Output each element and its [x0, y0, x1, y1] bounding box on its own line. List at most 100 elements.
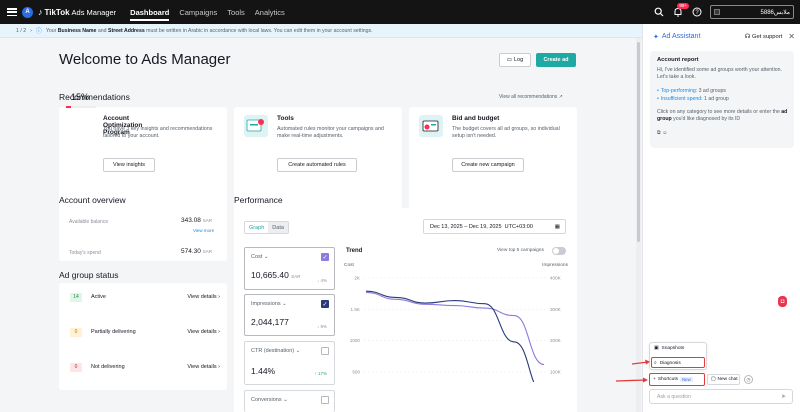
create-ad-button[interactable]: Create ad — [536, 53, 576, 67]
status-count-badge: 0 — [70, 362, 82, 372]
metric-value: 2,044,177 — [251, 317, 289, 327]
graph-data-toggle[interactable]: Graph Data — [244, 221, 289, 234]
performance-title: Performance — [234, 195, 283, 205]
assistant-title: ✦ Ad Assistant — [653, 33, 701, 41]
metric-card-cost[interactable]: Cost ⌄ ✓ 10,665.40 SAR ↓ 4% — [244, 247, 335, 290]
account-square-icon — [714, 9, 720, 15]
metric-delta: ↑ 17% — [314, 371, 327, 376]
log-button[interactable]: ▭ Log — [499, 53, 531, 67]
create-new-campaign-button[interactable]: Create new campaign — [452, 158, 524, 172]
rec-card-text: You have 3 key insights and recommendati… — [103, 126, 213, 139]
scrollbar-thumb[interactable] — [637, 42, 640, 242]
create-automated-rules-button[interactable]: Create automated rules — [277, 158, 357, 172]
spend-label: Today's spend — [69, 250, 101, 256]
diagnosis-highlight — [651, 357, 705, 368]
metric-checkbox[interactable]: ✓ — [321, 300, 329, 308]
page-title: Welcome to Ads Manager — [59, 51, 231, 68]
top-nav: A ♪ TikTok Ads Manager Dashboard Campaig… — [0, 0, 800, 24]
view-details-link[interactable]: View details › — [187, 329, 220, 335]
notice-text: Your Business Name and Street Address mu… — [45, 27, 373, 34]
spend-value: 574.30 SAR — [181, 248, 212, 255]
rec-card-text: Automated rules monitor your campaigns a… — [277, 126, 384, 139]
left-tick-label: 1.5K — [351, 307, 361, 312]
chat-bubble-icon[interactable]: ◘ — [778, 296, 787, 307]
account-avatar[interactable]: A — [22, 6, 33, 18]
status-label: Not delivering — [91, 364, 125, 370]
metric-checkbox[interactable]: ✓ — [321, 253, 329, 261]
history-icon[interactable]: ◷ — [744, 375, 753, 384]
metric-name: Cost ⌄ — [251, 254, 269, 260]
annotation-arrows — [615, 359, 650, 383]
tiktok-logo[interactable]: ♪ TikTok Ads Manager — [38, 7, 116, 17]
ad-group-status-title: Ad group status — [59, 270, 119, 280]
status-label: Partially delivering — [91, 329, 136, 335]
metric-checkbox[interactable] — [321, 347, 329, 355]
left-tick-label: 1000 — [350, 338, 361, 343]
top5-switch[interactable] — [552, 247, 566, 255]
view-details-link[interactable]: View details › — [187, 364, 220, 370]
metric-value: 10,665.40 SAR — [251, 270, 301, 280]
balance-label: Available balance — [69, 219, 109, 225]
hamburger-menu-icon[interactable] — [6, 6, 18, 18]
bell-icon[interactable]: 99+ — [672, 2, 689, 18]
status-count-badge: 0 — [70, 327, 82, 337]
calendar-icon: ▦ — [554, 223, 560, 230]
metric-card-ctr[interactable]: CTR (destination) ⌄ 1.44% ↑ 17% — [244, 341, 335, 385]
metric-value: 1.44% — [251, 366, 276, 376]
view-details-link[interactable]: View details › — [187, 294, 220, 300]
metric-name: Conversions ⌄ — [251, 397, 288, 403]
view-all-recommendations-link[interactable]: View all recommendations ↗ — [499, 94, 563, 100]
tab-dashboard[interactable]: Dashboard — [130, 2, 170, 23]
send-icon[interactable]: ➤ — [781, 393, 786, 400]
metric-delta: ↓ 4% — [316, 278, 327, 283]
report-title: Account report — [657, 57, 699, 63]
metric-checkbox[interactable] — [321, 396, 329, 404]
report-outro: Click on any category to see more detail… — [657, 109, 788, 122]
search-icon[interactable] — [653, 7, 664, 18]
get-support-button[interactable]: ☊ Get support — [745, 34, 782, 40]
shortcuts-button[interactable]: + Shortcuts New — [649, 373, 705, 386]
graph-toggle[interactable]: Graph — [245, 222, 269, 233]
close-icon[interactable]: ✕ — [788, 32, 795, 41]
optimization-progress — [66, 106, 96, 108]
tab-campaigns[interactable]: Campaigns — [179, 2, 217, 23]
metric-delta: ↓ 9% — [316, 324, 327, 329]
tab-analytics[interactable]: Analytics — [255, 2, 285, 23]
view-more-link[interactable]: View more — [193, 228, 214, 233]
status-row-not-delivering[interactable]: 0 Not delivering View details › — [60, 359, 226, 375]
tiktok-note-icon: ♪ — [38, 7, 43, 17]
thumb-icon: ☺ — [662, 130, 668, 136]
new-tag: New — [680, 377, 693, 382]
series-line-cost — [365, 291, 545, 366]
report-item-top[interactable]: • Top-performing: 3 ad groups — [657, 88, 789, 95]
left-tick-label: 2K — [354, 276, 361, 281]
status-label: Active — [91, 294, 106, 300]
menu-item-snapshots[interactable]: ▣ Snapshots — [654, 346, 684, 351]
rec-card-text: The budget covers all ad groups, so indi… — [452, 126, 560, 139]
ask-question-input[interactable]: Ask a question ➤ — [649, 389, 793, 404]
metric-card-impressions[interactable]: Impressions ⌄ ✓ 2,044,177 ↓ 9% — [244, 294, 335, 336]
right-tick-label: 300K — [550, 307, 562, 312]
tools-illustration-icon — [244, 115, 268, 137]
feedback-icons[interactable]: ⧉ ☺ — [657, 130, 789, 137]
chevron-right-icon[interactable]: › — [30, 28, 32, 34]
rec-card-title: Bid and budget — [452, 115, 500, 122]
metric-card-conversions[interactable]: Conversions ⌄ — [244, 390, 335, 412]
status-row-partial[interactable]: 0 Partially delivering View details › — [60, 324, 226, 340]
info-icon: ⓘ — [35, 29, 42, 35]
help-icon[interactable]: ? — [691, 7, 702, 18]
tab-tools[interactable]: Tools — [227, 2, 245, 23]
date-range-picker[interactable]: Dec 13, 2025 – Dec 19, 2025 UTC+03:00 ▦ — [423, 219, 566, 234]
report-intro: Hi, I've identified some ad groups worth… — [657, 67, 782, 80]
left-tick-label: 500 — [352, 370, 360, 375]
status-row-active[interactable]: 14 Active View details › — [60, 289, 226, 305]
new-chat-button[interactable]: ▢ New chat — [707, 374, 740, 385]
log-icon: ▭ — [506, 57, 512, 63]
notification-badge: 99+ — [677, 2, 689, 9]
snapshot-icon: ▣ — [654, 346, 659, 351]
view-insights-button[interactable]: View insights — [103, 158, 155, 172]
data-toggle[interactable]: Data — [268, 222, 288, 233]
account-selector[interactable]: ملابس5886 — [710, 5, 794, 19]
report-item-insufficient[interactable]: • Insufficient spend: 1 ad group — [657, 96, 789, 103]
rec-card-bid-budget: Bid and budget The budget covers all ad … — [409, 107, 577, 219]
